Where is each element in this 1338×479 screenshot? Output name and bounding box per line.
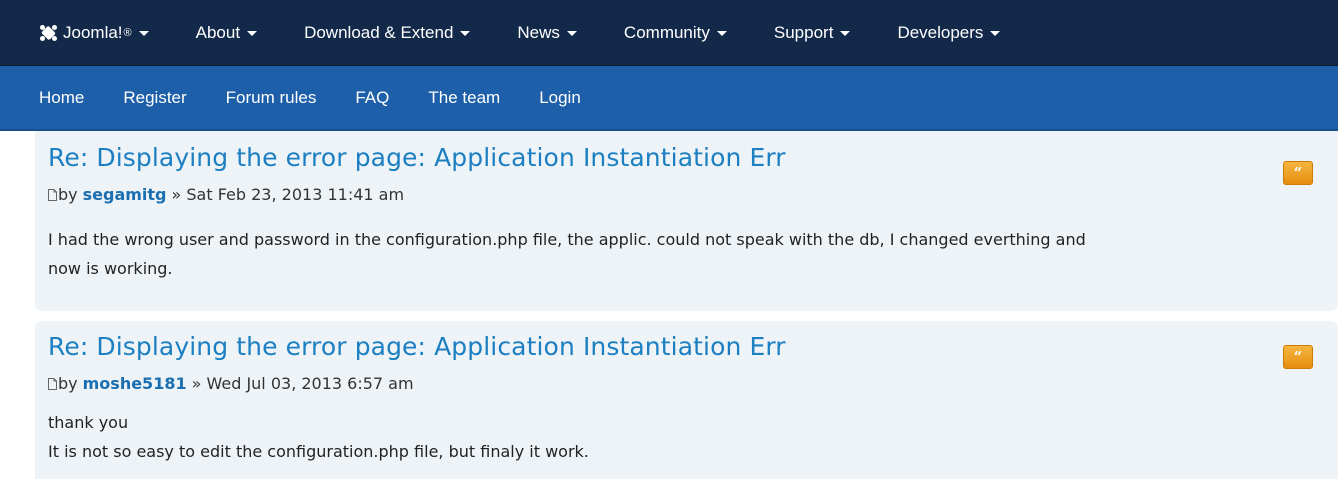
link-login[interactable]: Login (539, 88, 581, 108)
post-content-line: It is not so easy to edit the configurat… (48, 442, 589, 461)
post-by-label: by (58, 374, 78, 393)
nav-about-label: About (195, 22, 241, 42)
nav-support[interactable]: Support (774, 23, 851, 43)
chevron-down-icon (716, 31, 727, 36)
post-author-link[interactable]: segamitg (83, 185, 167, 204)
post-document-icon (48, 188, 57, 201)
post-content-line: thank you (48, 413, 129, 432)
joomla-logo-icon (39, 24, 58, 42)
post-content-line: I had the wrong user and password in the… (48, 230, 1086, 249)
nav-community[interactable]: Community (624, 23, 727, 43)
quote-button[interactable]: “ (1283, 345, 1313, 369)
post-date: » Sat Feb 23, 2013 11:41 am (171, 185, 405, 204)
link-the-team[interactable]: The team (428, 88, 500, 108)
nav-support-label: Support (773, 22, 834, 42)
quote-button[interactable]: “ (1283, 161, 1313, 185)
registered-mark: ® (123, 26, 132, 39)
chevron-down-icon (138, 31, 149, 36)
post-title-link[interactable]: Re: Displaying the error page: Applicati… (48, 143, 786, 172)
post-content-line: now is working. (48, 259, 173, 278)
forum-navbar: Home Register Forum rules FAQ The team L… (0, 66, 1338, 131)
post-author-line: by moshe5181 » Wed Jul 03, 2013 6:57 am (48, 374, 414, 393)
chevron-down-icon (990, 31, 1001, 36)
nav-about[interactable]: About (195, 22, 258, 43)
nav-news[interactable]: News (517, 23, 577, 43)
chevron-down-icon (566, 31, 577, 36)
forum-post: Re: Displaying the error page: Applicati… (35, 321, 1338, 479)
post-content: I had the wrong user and password in the… (48, 225, 1323, 283)
chevron-down-icon (247, 31, 258, 36)
post-author-line: by segamitg » Sat Feb 23, 2013 11:41 am (48, 185, 404, 204)
brand-label: Joomla! (63, 22, 123, 42)
link-forum-rules[interactable]: Forum rules (226, 88, 317, 108)
link-register[interactable]: Register (123, 88, 186, 108)
nav-download-extend-label: Download & Extend (304, 22, 454, 42)
joomla-brand-menu[interactable]: Joomla! ® (39, 23, 149, 43)
nav-developers-label: Developers (897, 22, 984, 42)
post-title-link[interactable]: Re: Displaying the error page: Applicati… (48, 332, 786, 361)
post-content: thank you It is not so easy to edit the … (48, 408, 1323, 466)
post-document-icon (48, 377, 57, 390)
link-home[interactable]: Home (39, 88, 84, 108)
nav-news-label: News (517, 22, 560, 42)
nav-community-label: Community (623, 22, 710, 42)
top-navbar: Joomla! ® About Download & Extend News Co… (0, 0, 1338, 66)
nav-developers[interactable]: Developers (897, 22, 1001, 43)
nav-download-extend[interactable]: Download & Extend (304, 22, 471, 43)
link-faq[interactable]: FAQ (355, 88, 389, 108)
forum-post: Re: Displaying the error page: Applicati… (35, 131, 1338, 311)
chevron-down-icon (840, 31, 851, 36)
chevron-down-icon (460, 31, 471, 36)
quote-icon: “ (1293, 164, 1303, 182)
post-by-label: by (58, 185, 78, 204)
post-author-link[interactable]: moshe5181 (83, 374, 187, 393)
post-date: » Wed Jul 03, 2013 6:57 am (191, 374, 414, 393)
quote-icon: “ (1293, 348, 1303, 366)
